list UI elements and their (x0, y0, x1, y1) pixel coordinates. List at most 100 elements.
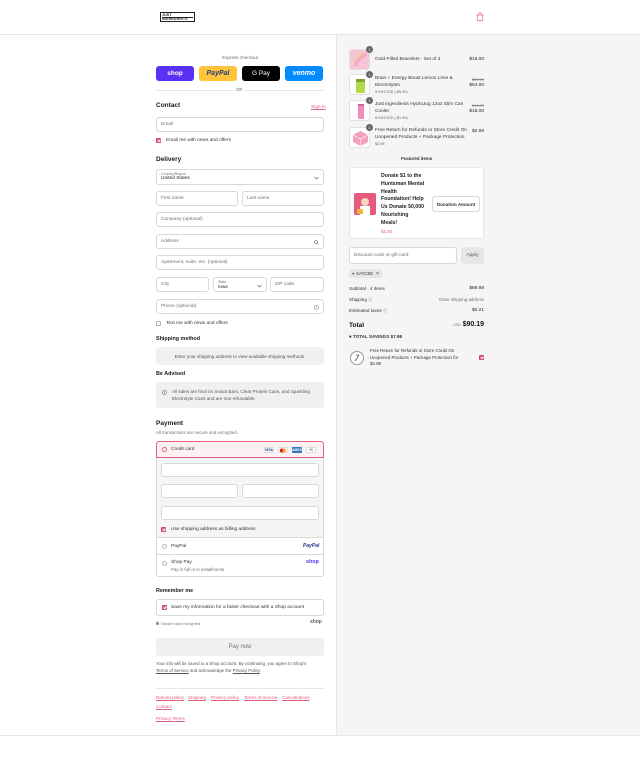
help-icon[interactable]: ? (314, 305, 319, 310)
donation-title-line4: Foundation! Help (381, 196, 424, 203)
paypal-button-label: PayPal (206, 70, 230, 77)
be-advised-text-line1: All sales are final on Snack Bars, Clear… (172, 389, 310, 394)
address-input[interactable]: Address (156, 234, 324, 249)
svg-text:?: ? (316, 306, 318, 310)
item-compare-price: $59.99 (471, 77, 484, 82)
card-name-input[interactable] (161, 506, 319, 520)
donation-title-line1: Donate $1 to the (381, 173, 422, 179)
shipping-label: Shipping ⓘ (349, 297, 372, 303)
billing-address-checkbox[interactable] (161, 527, 166, 532)
brand-logo[interactable]: JUST INGREDIENTS (160, 12, 195, 22)
terms-of-service-link[interactable]: Terms of Service (156, 668, 189, 673)
total-label: Total (349, 322, 365, 329)
credit-card-radio[interactable] (162, 447, 167, 452)
chevron-down-icon (257, 284, 262, 288)
company-placeholder: Company (optional) (161, 217, 203, 222)
paypal-option[interactable]: PayPal PayPal (156, 538, 324, 555)
phone-input[interactable]: Phone (optional) ? (156, 299, 324, 314)
shipping-method-message: Enter your shipping address to view avai… (156, 347, 324, 365)
footer-link-privacy[interactable]: Privacy policy (211, 695, 239, 700)
header: JUST INGREDIENTS (0, 0, 640, 35)
visa-icon: VISA (264, 447, 274, 453)
card-expiry-input[interactable] (161, 484, 238, 498)
sign-in-link[interactable]: Sign in (311, 105, 326, 110)
be-advised-title: Be Advised (156, 371, 186, 377)
item-quantity-badge: 1 (366, 46, 373, 53)
email-news-checkbox[interactable] (156, 138, 161, 143)
footer-link-terms[interactable]: Terms of service (244, 695, 277, 700)
bracelet-image (353, 52, 368, 67)
shop-pay-label: Shop Pay (171, 560, 192, 565)
delivery-title: Delivery (156, 156, 182, 163)
subtotal-value: $89.98 (469, 286, 484, 291)
donation-title-line6: Nourishing (381, 211, 409, 218)
footer-divider (156, 688, 324, 689)
apply-discount-button[interactable]: Apply (461, 247, 484, 264)
company-input[interactable]: Company (optional) (156, 212, 324, 227)
help-icon[interactable]: ⓘ (368, 297, 372, 302)
state-select[interactable]: State Iowa (213, 277, 267, 292)
shipping-method-title: Shipping method (156, 336, 201, 342)
total-savings: ⌖ TOTAL SAVINGS $7.98 (349, 334, 402, 339)
city-input[interactable]: City (156, 277, 209, 292)
paypal-radio[interactable] (162, 544, 167, 549)
electrolytes-image (356, 79, 365, 93)
shop-pay-radio[interactable] (162, 561, 167, 566)
last-name-placeholder: Last name (247, 196, 270, 201)
text-news-checkbox[interactable] (156, 321, 161, 326)
tag-icon: ⌖ (375, 116, 378, 120)
donation-amount-button[interactable]: Donation Amount (432, 196, 480, 212)
shop-pay-option[interactable]: Shop Pay Pay in full or in installments … (156, 555, 324, 577)
help-icon[interactable]: ⓘ (383, 308, 387, 313)
paypal-logo: PayPal (303, 543, 320, 549)
save-info-checkbox[interactable] (162, 605, 167, 610)
express-checkout-label: Express checkout (222, 55, 259, 60)
card-cvc-input[interactable] (242, 484, 319, 498)
venmo-button[interactable]: venmo (285, 66, 323, 81)
discount-code-input[interactable]: Discount code or gift card (349, 247, 457, 264)
shop-pay-button[interactable]: shop (156, 66, 194, 81)
logo-text-top: JUST (162, 12, 172, 17)
paypal-express-button[interactable]: PayPal (199, 66, 237, 81)
discount-code-label: KAYCEE (356, 271, 374, 276)
shopping-bag-icon[interactable] (476, 12, 484, 21)
first-name-input[interactable]: First name (156, 191, 238, 206)
email-input[interactable]: Email (156, 117, 324, 132)
google-pay-button[interactable]: G Pay (242, 66, 280, 81)
footer-link-shipping[interactable]: Shipping (188, 695, 206, 700)
chevron-down-icon (314, 176, 319, 180)
donation-card: Donate $1 to the Huntsman Mental Health … (349, 167, 484, 239)
page-bottom-divider (0, 735, 640, 736)
credit-card-option[interactable]: Credit card VISA AMEX +1 (156, 441, 324, 458)
country-select[interactable]: Country/Region United States (156, 169, 324, 185)
footer-link-refund[interactable]: Refund policy (156, 695, 184, 700)
mastercard-icon (278, 447, 288, 453)
subtotal-label: Subtotal · 4 items (349, 286, 385, 291)
currency-label: USD (453, 323, 462, 327)
discount-code-placeholder: Discount code or gift card (354, 253, 409, 258)
credit-card-form: Use shipping address as billing address (156, 458, 324, 538)
apartment-placeholder: Apartment, suite, etc. (optional) (161, 260, 228, 265)
privacy-policy-link[interactable]: Privacy Policy (233, 668, 260, 673)
item-price: $54.00 (469, 83, 484, 88)
donation-title: Donate $1 to the Huntsman Mental Health … (381, 173, 424, 228)
card-number-input[interactable] (161, 463, 319, 477)
footer-link-privacy-terms[interactable]: Privacy Terms (156, 716, 185, 721)
protection-checkbox[interactable] (479, 355, 484, 360)
payment-subtitle: All transactions are secure and encrypte… (156, 430, 239, 435)
zip-input[interactable]: ZIP code (270, 277, 324, 292)
lock-icon (156, 621, 159, 625)
pay-now-button[interactable]: Pay now (156, 638, 324, 656)
footer-link-contact[interactable]: Contact (156, 704, 172, 709)
pay-now-label: Pay now (228, 644, 252, 650)
secure-encrypted-label: Secure and encrypted (161, 621, 201, 626)
tag-icon: ⌖ (349, 334, 352, 339)
apartment-input[interactable]: Apartment, suite, etc. (optional) (156, 255, 324, 270)
remove-discount-icon[interactable]: × (376, 271, 379, 277)
item-name: Just Ingredients HydroJug 12oz Slim Can … (375, 102, 463, 122)
last-name-input[interactable]: Last name (242, 191, 324, 206)
footer-link-cancellations[interactable]: Cancellations (282, 695, 310, 700)
donation-image (354, 193, 376, 215)
item-name: Gold-Filled Bracelets - Set of 3 (375, 57, 441, 62)
item-discount: KAYCEE (-$1.99) (378, 116, 408, 120)
